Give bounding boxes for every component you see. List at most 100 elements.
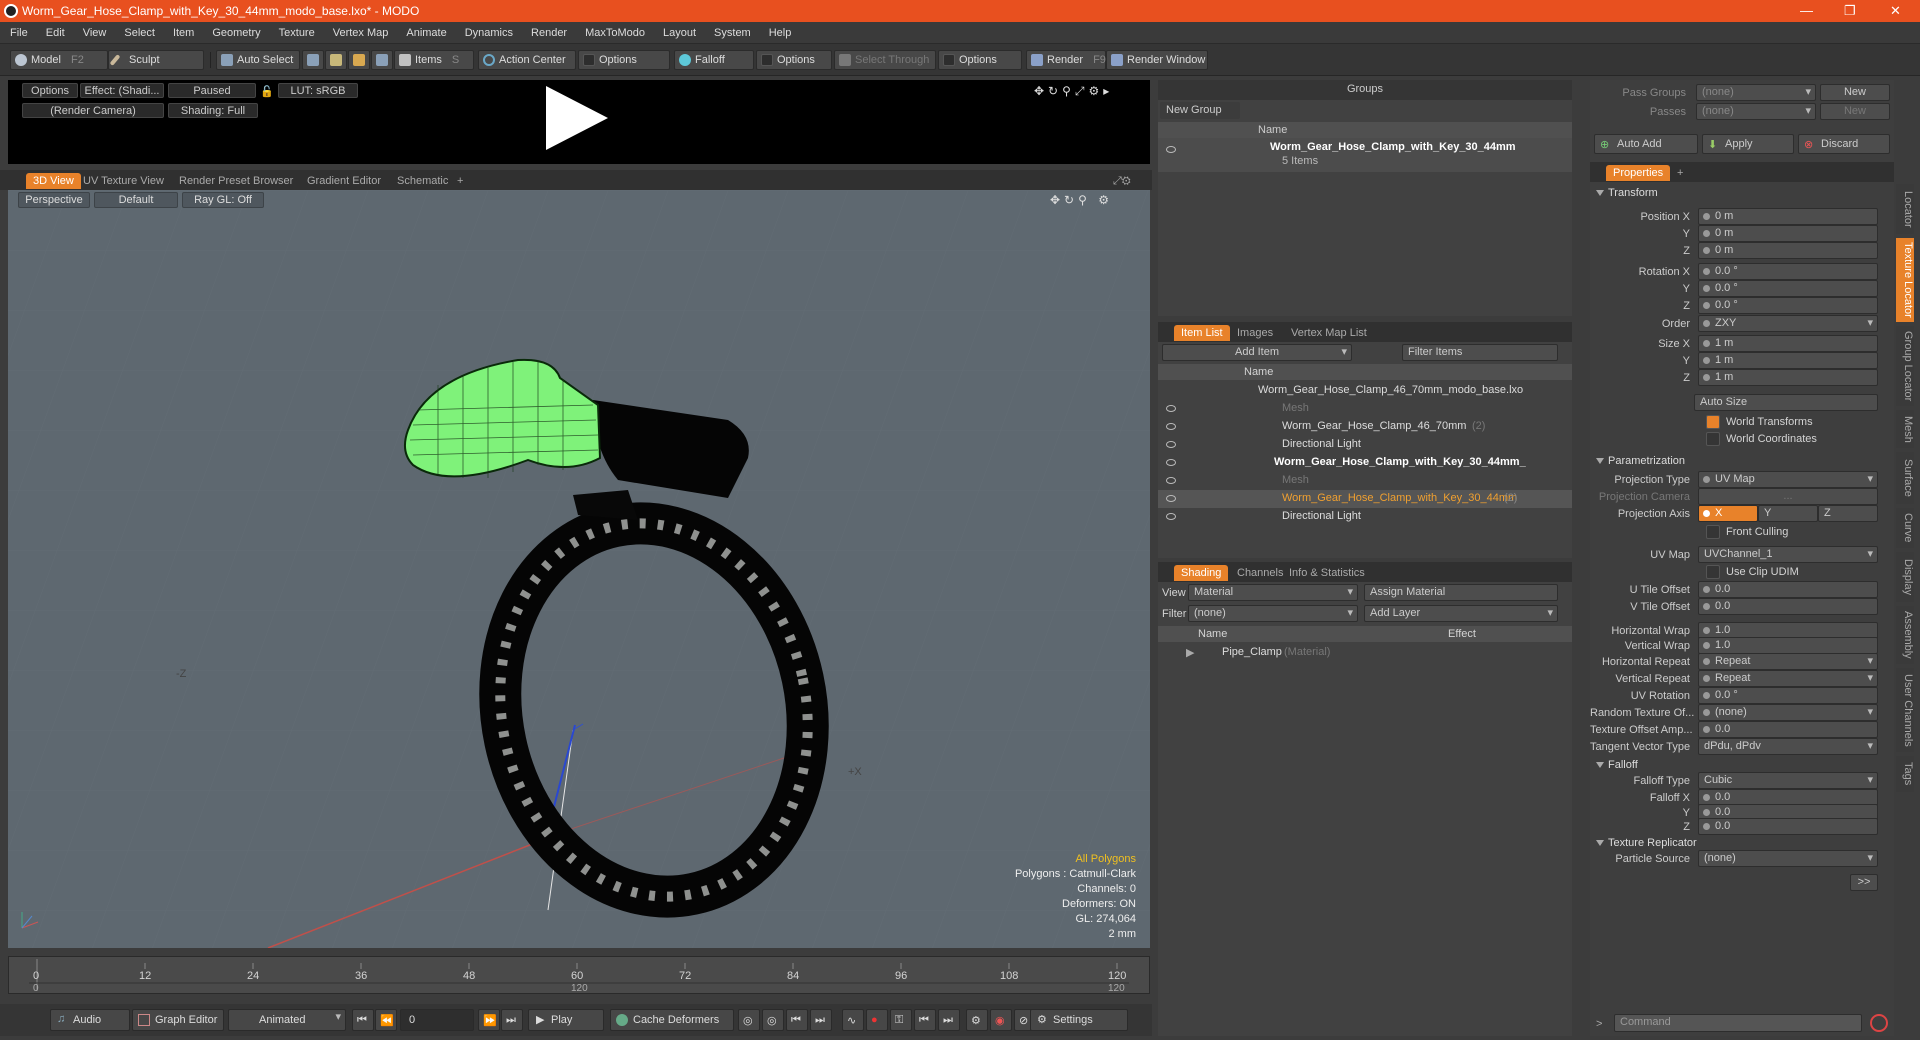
side-tab-texture-locator[interactable]: Texture Locator	[1896, 238, 1914, 322]
minimize-button[interactable]: —	[1800, 3, 1813, 18]
passes-dropdown[interactable]: (none)	[1696, 103, 1816, 120]
render-button[interactable]: Render F9	[1026, 50, 1106, 70]
group-row[interactable]: Worm_Gear_Hose_Clamp_with_Key_30_44mm 5 …	[1158, 138, 1572, 172]
add-item-dropdown[interactable]: Add Item	[1162, 344, 1352, 361]
settings-button[interactable]: ⚙ Settings	[1030, 1009, 1128, 1031]
viewport-nav-icons[interactable]: ✥↻⚲ ⚙	[1050, 193, 1113, 207]
preview-effect-dropdown[interactable]: Effect: (Shadi...	[80, 83, 164, 98]
item-row-7-selected[interactable]: Worm_Gear_Hose_Clamp_with_Key_30_44mm (2)	[1158, 490, 1572, 508]
filter-dropdown[interactable]: (none)	[1188, 605, 1358, 622]
new-pass-button[interactable]: New	[1820, 103, 1890, 120]
new-group-button[interactable]: New Group	[1160, 102, 1240, 119]
action-center-options-button[interactable]: Options	[578, 50, 670, 70]
item-row-8[interactable]: Directional Light	[1158, 508, 1572, 526]
parametrization-section[interactable]: Parametrization	[1590, 452, 1894, 470]
action-center-button[interactable]: Action Center	[478, 50, 576, 70]
visibility-eye-icon[interactable]	[1166, 459, 1176, 466]
new-pass-group-button[interactable]: New	[1820, 84, 1890, 101]
menu-select[interactable]: Select	[114, 22, 163, 39]
menu-dynamics[interactable]: Dynamics	[455, 22, 521, 39]
preview-options-button[interactable]: Options	[22, 83, 78, 98]
horizontal-repeat-dropdown[interactable]: Repeat	[1698, 653, 1878, 670]
perspective-dropdown[interactable]: Perspective	[18, 192, 90, 208]
apply-button[interactable]: ⬇ Apply	[1702, 134, 1794, 154]
sculpt-mode-button[interactable]: Sculpt	[108, 50, 204, 70]
projection-camera-field[interactable]: ...	[1698, 488, 1878, 505]
preview-shading-dropdown[interactable]: Shading: Full	[168, 103, 258, 118]
audio-button[interactable]: ♫ Audio	[50, 1009, 130, 1031]
preview-lut-dropdown[interactable]: LUT: sRGB	[278, 83, 358, 98]
last-frame-button[interactable]: ⏭	[501, 1009, 523, 1031]
viewport-expand-icon[interactable]: ⤢⚙	[1106, 173, 1138, 189]
play-preview-icon[interactable]	[546, 86, 608, 150]
timeline[interactable]: 0 12 24 36 48 60 72 84 96 108 120 0 120 …	[8, 956, 1150, 1002]
visibility-eye-icon[interactable]	[1166, 441, 1176, 448]
graph-editor-button[interactable]: Graph Editor	[132, 1009, 224, 1031]
menu-texture[interactable]: Texture	[269, 22, 323, 39]
menu-help[interactable]: Help	[759, 22, 800, 39]
tab-images[interactable]: Images	[1230, 325, 1280, 341]
preview-nav-icons[interactable]: ✥↻⚲⤢⚙▸	[1034, 84, 1113, 99]
falloff-z-field[interactable]: 0.0	[1698, 818, 1878, 835]
render-window-button[interactable]: Render Window	[1106, 50, 1208, 70]
tab-3d-view[interactable]: 3D View	[26, 173, 81, 189]
front-culling-checkbox[interactable]	[1706, 525, 1720, 539]
size-x-field[interactable]: 1 m	[1698, 335, 1878, 352]
tab-shading[interactable]: Shading	[1174, 565, 1229, 581]
size-z-field[interactable]: 1 m	[1698, 369, 1878, 386]
auto-select-button[interactable]: Auto Select	[216, 50, 300, 70]
prev-key-frame-button[interactable]: ⏮	[786, 1009, 808, 1031]
key-curve-button[interactable]: ∿	[842, 1009, 864, 1031]
menu-vertex-map[interactable]: Vertex Map	[323, 22, 397, 39]
transform-section[interactable]: Transform	[1590, 184, 1894, 202]
play-button[interactable]: ▶ Play	[528, 1009, 604, 1031]
pass-groups-dropdown[interactable]: (none)	[1696, 84, 1816, 101]
auto-key-button[interactable]: ⚿	[890, 1009, 912, 1031]
item-row-6[interactable]: Mesh	[1158, 472, 1572, 490]
expand-arrow-icon[interactable]: ▶	[1186, 646, 1194, 659]
item-row-5[interactable]: Worm_Gear_Hose_Clamp_with_Key_30_44mm_	[1158, 454, 1572, 472]
side-tab-curve[interactable]: Curve	[1896, 508, 1914, 548]
menu-maxtomodo[interactable]: MaxToModo	[575, 22, 653, 39]
key-filter-button[interactable]: ◎	[738, 1009, 760, 1031]
visibility-eye-icon[interactable]	[1166, 513, 1176, 520]
raygl-dropdown[interactable]: Ray GL: Off	[182, 192, 264, 208]
world-coordinates-checkbox[interactable]	[1706, 432, 1720, 446]
particle-source-dropdown[interactable]: (none)	[1698, 850, 1878, 867]
menu-system[interactable]: System	[704, 22, 759, 39]
v-tile-offset-field[interactable]: 0.0	[1698, 598, 1878, 615]
menu-geometry[interactable]: Geometry	[202, 22, 268, 39]
side-tab-group-locator[interactable]: Group Locator	[1896, 326, 1914, 406]
preview-camera-dropdown[interactable]: (Render Camera)	[22, 103, 164, 118]
menu-layout[interactable]: Layout	[653, 22, 704, 39]
cache-deformers-button[interactable]: Cache Deformers	[610, 1009, 734, 1031]
tab-gradient-editor[interactable]: Gradient Editor	[300, 173, 388, 189]
prev-button[interactable]: ⏮	[914, 1009, 936, 1031]
side-tab-user-channels[interactable]: User Channels	[1896, 668, 1914, 752]
tab-vertex-map-list[interactable]: Vertex Map List	[1284, 325, 1374, 341]
menu-file[interactable]: File	[0, 22, 36, 39]
use-clip-udim-checkbox[interactable]	[1706, 565, 1720, 579]
filter-items-input[interactable]: Filter Items	[1402, 344, 1558, 361]
tab-properties[interactable]: Properties	[1606, 165, 1671, 181]
side-tab-mesh[interactable]: Mesh	[1896, 410, 1914, 448]
lock-icon[interactable]: 🔓	[260, 84, 274, 99]
visibility-eye-icon[interactable]	[1166, 495, 1176, 502]
random-texture-dropdown[interactable]: (none)	[1698, 704, 1878, 721]
edge-select-button[interactable]	[325, 50, 347, 70]
auto-add-button[interactable]: ⊕ Auto Add	[1594, 134, 1698, 154]
first-frame-button[interactable]: ⏮	[352, 1009, 374, 1031]
record-button[interactable]: ●	[866, 1009, 888, 1031]
menu-edit[interactable]: Edit	[36, 22, 73, 39]
key-settings-button[interactable]: ⚙	[966, 1009, 988, 1031]
side-tab-assembly[interactable]: Assembly	[1896, 606, 1914, 664]
vertex-select-button[interactable]	[302, 50, 324, 70]
tab-item-list[interactable]: Item List	[1174, 325, 1230, 341]
falloff-type-dropdown[interactable]: Cubic	[1698, 772, 1878, 789]
visibility-eye-icon[interactable]	[1166, 477, 1176, 484]
vertical-repeat-dropdown[interactable]: Repeat	[1698, 670, 1878, 687]
default-dropdown[interactable]: Default	[94, 192, 178, 208]
menu-item[interactable]: Item	[163, 22, 202, 39]
projection-axis-x-button[interactable]: X	[1698, 505, 1758, 522]
prev-key-button[interactable]: ⏪	[375, 1009, 397, 1031]
